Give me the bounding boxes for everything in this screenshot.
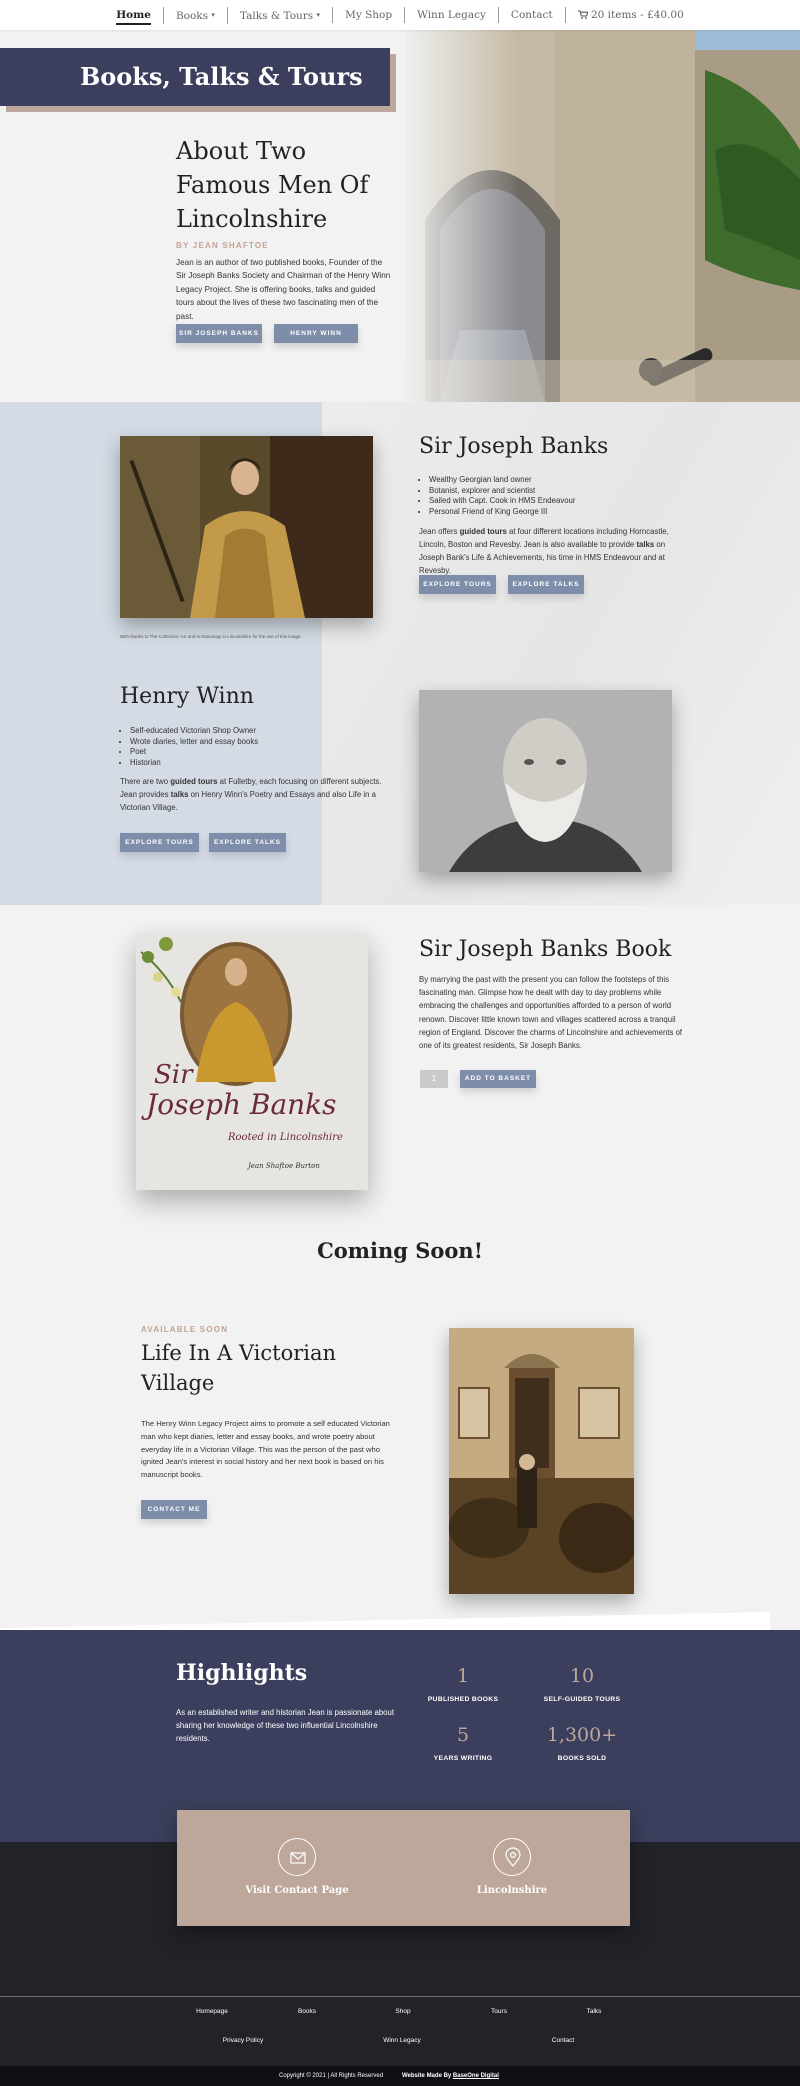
cart-icon: [577, 10, 589, 19]
list-item: Sailed with Capt. Cook in HMS Endeavour: [429, 496, 679, 507]
nav-my-shop[interactable]: My Shop: [332, 7, 404, 23]
coming-title-line: Life In A Victorian: [141, 1341, 337, 1365]
list-item: Poet: [130, 747, 340, 758]
location-label: Lincolnshire: [476, 1885, 548, 1896]
hero-banner: Books, Talks & Tours: [0, 48, 390, 106]
nav-cart[interactable]: 20 items - £40.00: [564, 7, 696, 23]
joseph-banks-portrait: [120, 436, 373, 618]
banner-title: Books, Talks & Tours: [80, 62, 363, 91]
highlights-text: As an established writer and historian J…: [176, 1708, 395, 1743]
list-item: Personal Friend of King George III: [429, 507, 679, 518]
copyright: Copyright © 2021 | All Rights Reserved: [279, 2073, 384, 2079]
banks-title: Sir Joseph Banks: [419, 434, 609, 459]
coming-title: Life In A Victorian Village: [141, 1338, 336, 1398]
nav-talks-tours[interactable]: Talks & Tours ▾: [226, 6, 332, 24]
winn-explore-tours-button[interactable]: EXPLORE TOURS: [120, 833, 199, 852]
footer-link-contact[interactable]: Contact: [518, 2037, 608, 2044]
book-description: By marrying the past with the present yo…: [419, 975, 683, 1051]
add-to-basket-button[interactable]: ADD TO BASKET: [460, 1070, 536, 1088]
stat-label: BOOKS SOLD: [557, 1755, 607, 1762]
hero-title-line: Famous Men Of: [176, 171, 369, 199]
mail-icon: [290, 1852, 306, 1864]
portrait-caption: With thanks to The Collection: Art and A…: [120, 634, 302, 639]
list-item: Wealthy Georgian land owner: [429, 475, 679, 486]
stat-label: SELF-GUIDED TOURS: [543, 1696, 621, 1703]
winn-bullets: Self-educated Victorian Shop Owner Wrote…: [120, 726, 340, 768]
book-title: Sir Joseph Banks Book: [419, 937, 672, 962]
nav-books[interactable]: Books ▾: [162, 6, 227, 24]
winn-text: There are two guided tours at Fulletby, …: [120, 777, 382, 812]
list-item: Wrote diaries, letter and essay books: [130, 737, 340, 748]
highlights-title: Highlights: [176, 1660, 308, 1686]
contact-page-label[interactable]: Visit Contact Page: [197, 1885, 397, 1896]
map-pin-icon: [505, 1847, 521, 1867]
contact-card: Visit Contact Page Lincolnshire: [177, 1810, 630, 1926]
banks-explore-tours-button[interactable]: EXPLORE TOURS: [419, 575, 496, 594]
list-item: Self-educated Victorian Shop Owner: [130, 726, 340, 737]
hero-text: Jean is an author of two published books…: [176, 258, 391, 321]
hero-title-line: Lincolnshire: [176, 205, 328, 233]
footer-divider: [0, 1996, 800, 1997]
cover-title: Joseph Banks: [146, 1088, 337, 1121]
footer-link-tours[interactable]: Tours: [454, 2008, 544, 2015]
coming-soon-heading: Coming Soon!: [317, 1238, 483, 1263]
cover-subtitle: Rooted in Lincolnshire: [228, 1132, 343, 1143]
nav-winn-legacy[interactable]: Winn Legacy: [404, 7, 498, 23]
location-link[interactable]: [493, 1838, 531, 1876]
henry-winn-portrait: [419, 690, 672, 872]
footer-link-privacy[interactable]: Privacy Policy: [198, 2037, 288, 2044]
footer-link-winn-legacy[interactable]: Winn Legacy: [357, 2037, 447, 2044]
baseone-link[interactable]: BaseOne Digital: [453, 2073, 499, 2079]
coming-title-line: Village: [141, 1371, 215, 1395]
victorian-village-image: [449, 1328, 634, 1594]
stat-value: 10: [569, 1665, 595, 1687]
chevron-down-icon: ▾: [316, 10, 321, 19]
footer-link-shop[interactable]: Shop: [358, 2008, 448, 2015]
quantity-input[interactable]: 1: [420, 1070, 448, 1088]
made-by: Website Made By BaseOne Digital: [402, 2073, 499, 2079]
henry-winn-button[interactable]: HENRY WINN: [274, 324, 358, 343]
chevron-down-icon: ▾: [211, 10, 215, 19]
nav-home[interactable]: Home: [104, 7, 163, 25]
nav-contact[interactable]: Contact: [497, 7, 565, 23]
hero-title-line: About Two: [176, 137, 307, 165]
top-nav: Home Books ▾ Talks & Tours ▾ My Shop Win…: [0, 0, 800, 30]
list-item: Historian: [130, 758, 340, 769]
banks-explore-talks-button[interactable]: EXPLORE TALKS: [508, 575, 584, 594]
coming-text: The Henry Winn Legacy Project aims to pr…: [141, 1419, 390, 1480]
coming-kicker: AVAILABLE SOON: [141, 1325, 229, 1334]
contact-me-button[interactable]: CONTACT ME: [141, 1500, 207, 1519]
winn-explore-talks-button[interactable]: EXPLORE TALKS: [209, 833, 286, 852]
hero-fade: [400, 30, 520, 402]
bottom-bar: Copyright © 2021 | All Rights Reserved W…: [0, 2066, 800, 2086]
stat-value: 1,300+: [546, 1724, 618, 1746]
footer-link-books[interactable]: Books: [262, 2008, 352, 2015]
hero-kicker: BY JEAN SHAFTOE: [176, 241, 269, 250]
list-item: Botanist, explorer and scientist: [429, 486, 679, 497]
footer-link-talks[interactable]: Talks: [549, 2008, 639, 2015]
winn-title: Henry Winn: [120, 684, 254, 709]
footer-link-homepage[interactable]: Homepage: [167, 2008, 257, 2015]
banks-text: Jean offers guided tours at four differe…: [419, 527, 669, 575]
hero-title: About Two Famous Men Of Lincolnshire: [176, 134, 368, 236]
book-cover-image: Sir Joseph Banks Rooted in Lincolnshire …: [136, 932, 368, 1190]
cover-author: Jean Shaftoe Burton: [248, 1162, 320, 1170]
banks-bullets: Wealthy Georgian land owner Botanist, ex…: [419, 475, 679, 517]
contact-page-link[interactable]: [278, 1838, 316, 1876]
cover-title-sir: Sir: [154, 1060, 193, 1090]
sir-joseph-banks-button[interactable]: SIR JOSEPH BANKS: [176, 324, 262, 343]
